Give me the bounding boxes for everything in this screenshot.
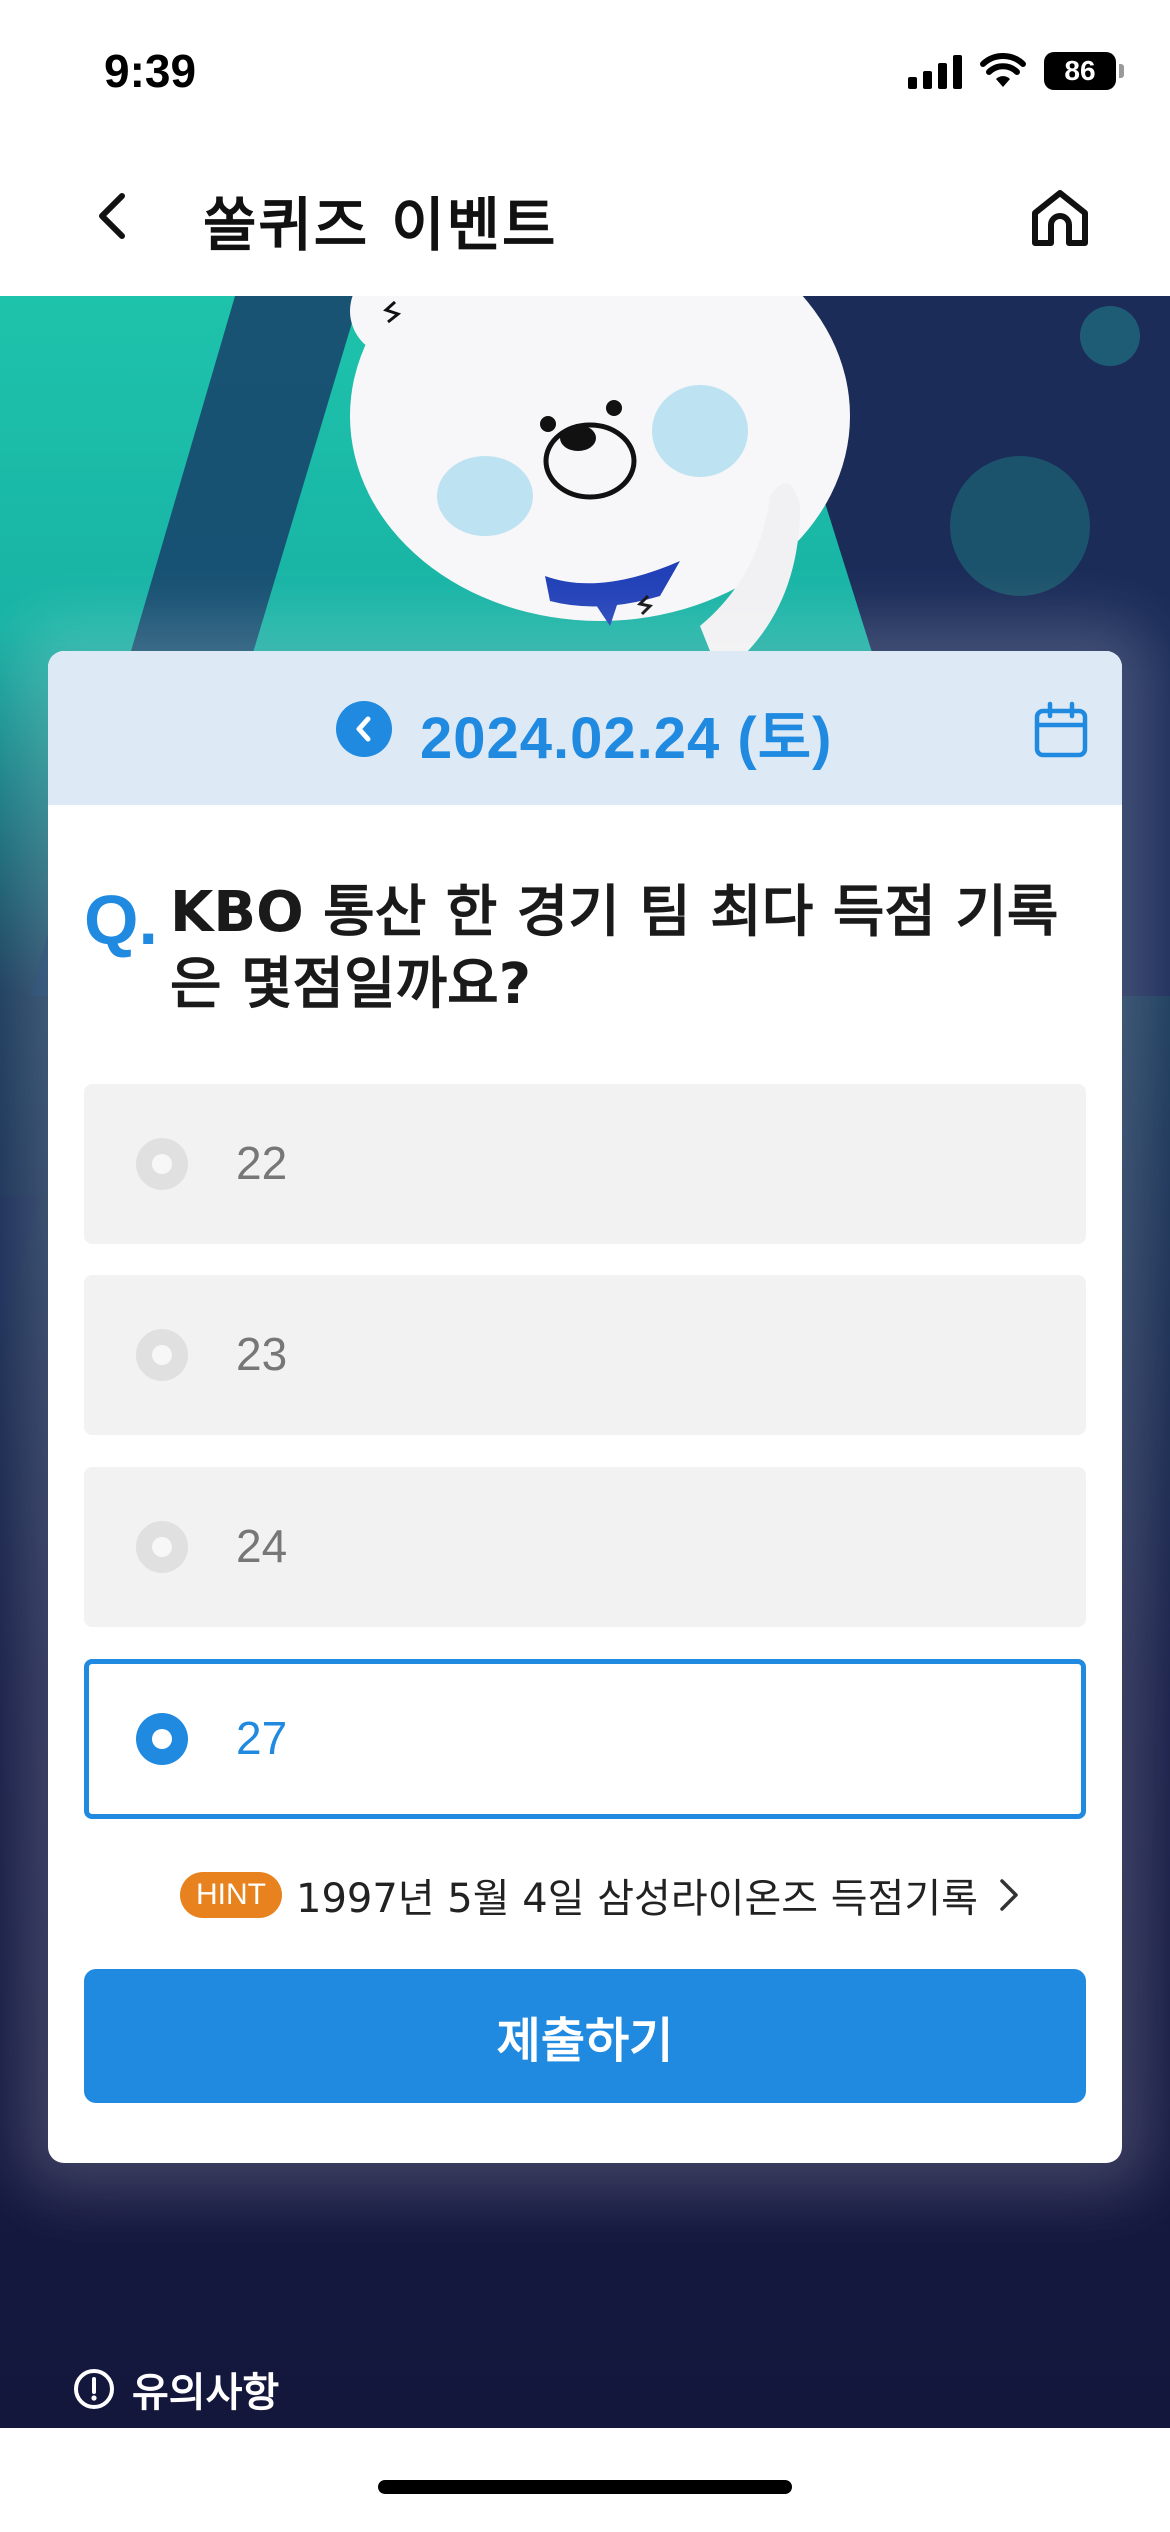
info-icon: [74, 2369, 114, 2409]
chevron-right-icon: [1000, 1879, 1018, 1911]
radio-button[interactable]: [136, 1329, 188, 1381]
status-icons: 86: [908, 52, 1124, 90]
answer-option[interactable]: 23: [84, 1275, 1086, 1435]
home-icon: [1032, 190, 1088, 246]
submit-button[interactable]: 제출하기: [84, 1969, 1086, 2103]
quiz-date: 2024.02.24 (토): [420, 706, 833, 771]
notice-link[interactable]: 유의사항: [72, 2360, 279, 2418]
option-label: 27: [236, 1712, 288, 1764]
bottom-bar: [0, 2428, 1170, 2532]
option-label: 23: [236, 1328, 288, 1380]
question-text: KBO 통산 한 경기 팀 최다 득점 기록은 몇점일까요?: [170, 880, 1059, 1017]
cellular-signal-icon: [908, 53, 962, 89]
calendar-icon: [1034, 701, 1088, 758]
hint-badge: HINT: [180, 1872, 282, 1918]
option-label: 24: [236, 1520, 288, 1572]
hint-link[interactable]: HINT 1997년 5월 4일 삼성라이온즈 득점기록: [180, 1865, 1026, 1925]
battery-icon: 86: [1044, 52, 1124, 90]
chevron-left-icon: [99, 193, 125, 239]
home-button[interactable]: [1020, 178, 1100, 258]
answer-option-selected[interactable]: 27: [84, 1659, 1086, 1819]
hint-text: 1997년 5월 4일 삼성라이온즈 득점기록: [296, 1876, 978, 1922]
quiz-card: 2024.02.24 (토) Q. KBO 통산 한 경기 팀 최다 득점 기록…: [48, 651, 1122, 2163]
home-indicator[interactable]: [378, 2480, 792, 2494]
answer-option[interactable]: 24: [84, 1467, 1086, 1627]
option-label: 22: [236, 1137, 288, 1189]
status-bar: 9:39 86: [0, 0, 1170, 140]
date-bar: 2024.02.24 (토): [48, 651, 1122, 805]
notice-label: 유의사항: [132, 2370, 280, 2416]
status-time: 9:39: [104, 45, 197, 97]
nav-bar: 쏠퀴즈 이벤트: [0, 140, 1170, 296]
previous-date-button[interactable]: [336, 701, 392, 757]
answer-option[interactable]: 22: [84, 1084, 1086, 1244]
radio-button[interactable]: [136, 1521, 188, 1573]
question-marker: Q.: [84, 881, 158, 959]
back-button[interactable]: [80, 184, 144, 248]
calendar-button[interactable]: [1030, 699, 1092, 761]
chevron-left-icon: [356, 716, 371, 742]
radio-button[interactable]: [136, 1138, 188, 1190]
page-title: 쏠퀴즈 이벤트: [203, 191, 558, 259]
radio-button-selected[interactable]: [136, 1713, 188, 1765]
wifi-icon: [980, 53, 1026, 87]
